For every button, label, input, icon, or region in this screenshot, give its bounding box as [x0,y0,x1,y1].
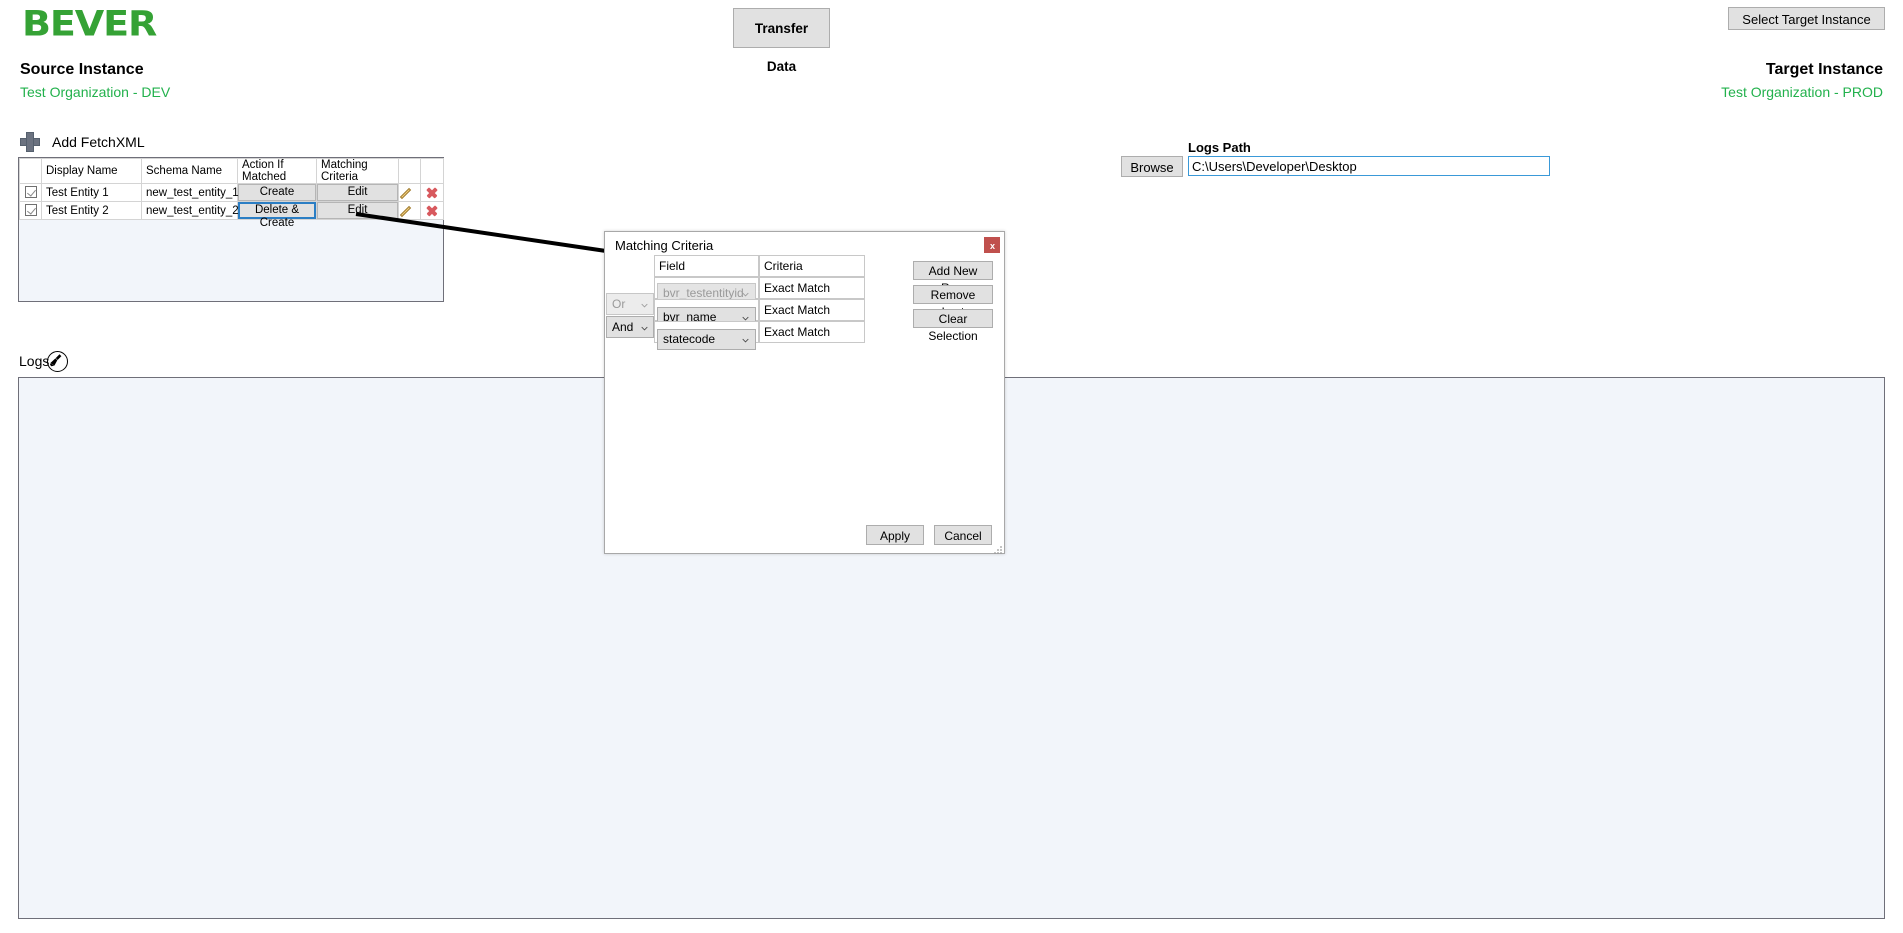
red-x-icon[interactable] [425,186,439,200]
cell-display-name: Test Entity 1 [41,183,142,202]
broom-icon[interactable] [47,351,68,372]
row-select-cell[interactable] [19,201,42,220]
transfer-data-button[interactable]: Transfer Data [733,8,830,74]
logs-path-label: Logs Path [1188,140,1251,155]
select-target-instance-button[interactable]: Select Target Instance [1728,7,1885,30]
column-header-edit [398,158,421,184]
apply-button[interactable]: Apply [866,525,924,545]
add-new-row-button[interactable]: Add New Row [913,261,993,295]
field-select-3[interactable]: statecode [657,329,756,350]
cell-schema-name: new_test_entity_1 [141,183,239,202]
matching-criteria-edit-button[interactable]: Edit [317,184,398,201]
cell-delete[interactable] [420,183,444,202]
target-instance-title: Target Instance [1765,61,1883,78]
clear-selection-button[interactable]: Clear Selection [913,309,993,343]
source-instance-title: Source Instance [20,61,144,78]
pencil-icon[interactable] [403,186,417,200]
matching-criteria-edit-button[interactable]: Edit [317,202,398,219]
app-logo: BEVER [22,4,157,45]
action-if-matched-button[interactable]: Create [238,184,316,201]
logic-operator-or-value: Or [612,297,626,311]
action-if-matched-button[interactable]: Delete & Create [238,202,316,229]
cell-display-name: Test Entity 2 [41,201,142,220]
cell-action-if-matched: Create [237,183,317,202]
column-header-display-name: Display Name [41,158,142,184]
logic-operator-and[interactable]: And [606,316,654,338]
cell-delete[interactable] [420,201,444,220]
chevron-down-icon [742,292,749,297]
dialog-column-header-criteria: Criteria [759,255,865,277]
plus-icon [20,132,40,152]
logic-operator-or[interactable]: Or [606,293,654,315]
field-select-1-value: bvr_testentityid [663,286,744,300]
cell-edit[interactable] [398,201,421,220]
remove-last-button[interactable]: Remove Last [913,285,993,319]
chevron-down-icon [742,338,749,343]
chevron-down-icon [641,326,648,331]
logic-operator-and-value: And [612,320,634,334]
row-select-cell[interactable] [19,183,42,202]
source-instance-name: Test Organization - DEV [20,84,171,100]
pencil-icon[interactable] [403,204,417,218]
target-instance-name: Test Organization - PROD [1721,84,1883,100]
entities-table: Display Name Schema Name Action If Match… [19,158,444,229]
logs-path-input[interactable] [1188,156,1550,176]
table-row: Test Entity 1 new_test_entity_1 Create E… [19,183,444,202]
column-header-schema-name: Schema Name [141,158,238,184]
column-header-matching-criteria: Matching Criteria [316,158,399,184]
row-checkbox[interactable] [24,204,37,217]
close-icon[interactable]: x [984,237,1000,253]
cell-schema-name: new_test_entity_2 [141,201,239,220]
column-header-select [19,158,42,184]
red-x-icon[interactable] [425,204,439,218]
dialog-criteria-cell-2[interactable]: Exact Match [759,299,865,321]
column-header-action-if-matched: Action If Matched [237,158,317,184]
entities-grid-panel: Display Name Schema Name Action If Match… [18,157,444,302]
dialog-title: Matching Criteria [615,238,714,253]
add-fetchxml-label: Add FetchXML [52,134,145,150]
field-select-3-value: statecode [663,332,716,346]
cell-matching-criteria: Edit [316,201,399,220]
cell-action-if-matched: Delete & Create [237,201,317,229]
column-header-delete [420,158,444,184]
chevron-down-icon [641,303,648,308]
table-header-row: Display Name Schema Name Action If Match… [19,158,444,184]
dialog-resize-grip[interactable] [993,545,1003,555]
row-checkbox[interactable] [24,186,37,199]
add-fetchxml-action[interactable]: Add FetchXML [20,131,145,153]
cancel-button[interactable]: Cancel [934,525,992,545]
browse-button[interactable]: Browse [1121,156,1183,177]
dialog-column-header-field: Field [654,255,759,277]
logs-label: Logs [19,353,50,369]
table-row: Test Entity 2 new_test_entity_2 Delete &… [19,201,444,229]
dialog-criteria-cell-3[interactable]: Exact Match [759,321,865,343]
cell-matching-criteria: Edit [316,183,399,202]
dialog-criteria-cell-1[interactable]: Exact Match [759,277,865,299]
cell-edit[interactable] [398,183,421,202]
